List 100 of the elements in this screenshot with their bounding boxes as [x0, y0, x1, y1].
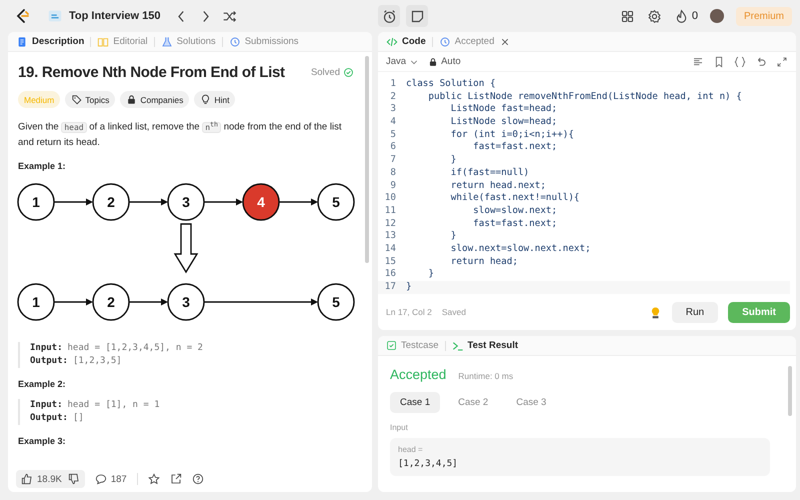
list-node: 1 — [17, 182, 55, 220]
arrow — [279, 198, 318, 206]
example-label: Input: — [30, 342, 63, 353]
lightbulb-icon — [200, 94, 212, 105]
line-number: 4 — [389, 116, 397, 129]
example-heading: Example 3: — [18, 436, 67, 446]
undo-icon[interactable] — [755, 56, 767, 68]
lock-icon — [126, 94, 138, 105]
line-number: 14 — [384, 242, 397, 256]
line-number: 9 — [389, 180, 397, 192]
code-line: } — [450, 230, 456, 243]
check-circle-icon — [343, 67, 354, 78]
notes-button[interactable] — [406, 5, 428, 27]
like-button[interactable]: 18.9K — [21, 473, 62, 485]
scrollbar[interactable] — [365, 56, 369, 263]
code-line: slow=slow.next; — [472, 204, 558, 218]
cursor-position: Ln 17, Col 2 — [386, 307, 432, 317]
example-label: Input: — [30, 400, 63, 410]
streak-count: 0 — [692, 10, 698, 22]
list-node: 2 — [92, 182, 130, 220]
shuffle-icon[interactable] — [222, 8, 236, 24]
tag-button[interactable]: Topics — [65, 91, 116, 108]
code-line: ListNode slow=head; — [450, 116, 558, 129]
terminal-icon — [452, 340, 464, 352]
share-icon[interactable] — [170, 473, 182, 485]
list-node: 1 — [17, 282, 55, 320]
code-line: return head.next; — [450, 180, 546, 192]
expand-icon[interactable] — [776, 56, 788, 68]
code-line: ListNode fast=head; — [450, 103, 558, 116]
line-number: 6 — [389, 141, 397, 154]
thumbs-up-icon — [21, 473, 33, 485]
language-dropdown[interactable]: Java — [386, 56, 420, 67]
help-icon[interactable] — [192, 473, 204, 485]
line-number: 12 — [384, 218, 397, 230]
star-icon[interactable] — [148, 473, 160, 485]
arrow — [129, 298, 168, 306]
line-number: 17 — [384, 281, 397, 294]
parameter-value: [1,2,3,4,5] — [398, 459, 459, 469]
scrollbar[interactable] — [788, 366, 792, 416]
line-number: 11 — [384, 204, 397, 218]
solved-label: Solved — [310, 67, 340, 78]
line-number: 15 — [384, 256, 397, 268]
list-node: 5 — [317, 282, 355, 320]
parameter-name: head = — [398, 445, 424, 454]
close-icon[interactable] — [500, 36, 510, 46]
line-number: 7 — [389, 154, 397, 167]
list-node: 2 — [92, 282, 130, 320]
tag-button[interactable]: Companies — [120, 91, 190, 108]
code-brackets-icon — [386, 36, 398, 48]
tag-icon — [71, 94, 82, 105]
code-line: fast=fast.next; — [472, 141, 558, 154]
panel-tab[interactable]: Code — [386, 36, 426, 48]
mode-button[interactable]: Auto — [428, 56, 461, 67]
bookmark-icon[interactable] — [713, 56, 725, 68]
panel-tab[interactable]: Test Result — [452, 340, 518, 352]
save-status: Saved — [442, 307, 466, 317]
settings-icon[interactable] — [646, 8, 662, 24]
runtime-label: Runtime: 0 ms — [458, 371, 514, 381]
line-number: 13 — [384, 230, 397, 243]
code-line: } — [427, 268, 434, 281]
case-tab[interactable]: Case 3 — [506, 392, 556, 413]
example-label: Output: — [30, 356, 68, 366]
line-number: 5 — [389, 128, 397, 142]
list-node: 4 — [242, 182, 280, 220]
example-heading: Example 1: — [18, 160, 67, 171]
difficulty-label: Medium — [18, 91, 60, 108]
comments-button[interactable]: 187 — [94, 473, 127, 485]
run-button[interactable]: Run — [672, 302, 718, 322]
code-line: public ListNode removeNthFromEnd(ListNode head, int n) { — [427, 90, 742, 104]
code-line: } — [406, 281, 412, 294]
line-number: 1 — [389, 78, 397, 91]
grid-icon[interactable] — [620, 8, 635, 24]
case-tab[interactable]: Case 1 — [390, 392, 440, 413]
arrow — [129, 198, 168, 206]
arrow — [54, 298, 93, 306]
verdict-label: Accepted — [390, 367, 446, 382]
panel-tab[interactable]: Description — [16, 36, 84, 48]
code-line: fast=fast.next; — [472, 218, 558, 230]
format-icon[interactable] — [692, 56, 704, 68]
braces-icon[interactable] — [734, 56, 746, 68]
list-node: 3 — [167, 182, 205, 220]
lock-icon — [428, 56, 438, 66]
line-number: 3 — [389, 103, 397, 116]
example-value: [1,2,3,5] — [72, 356, 122, 366]
thumbs-down-icon[interactable] — [68, 473, 80, 485]
input-heading: Input — [390, 423, 409, 432]
code-line: } — [450, 154, 456, 167]
comment-icon — [94, 473, 107, 485]
logo-icon[interactable] — [14, 7, 32, 25]
problem-title: 19. Remove Nth Node From End of List — [18, 64, 285, 81]
timer-button[interactable] — [378, 5, 400, 27]
code-line: return head; — [450, 256, 518, 268]
code-line: slow.next=slow.next.next; — [450, 242, 591, 256]
document-icon — [16, 36, 28, 48]
history-icon — [228, 36, 241, 48]
problem-list-button[interactable]: Top Interview 150 — [47, 8, 160, 24]
line-number: 8 — [389, 166, 397, 180]
tag-button[interactable]: Hint — [194, 91, 236, 108]
avatar[interactable] — [710, 9, 724, 23]
problem-description: Given the head of a linked list, remove the n$^{th}$ node from the end of the list and return its head. — [18, 119, 342, 150]
